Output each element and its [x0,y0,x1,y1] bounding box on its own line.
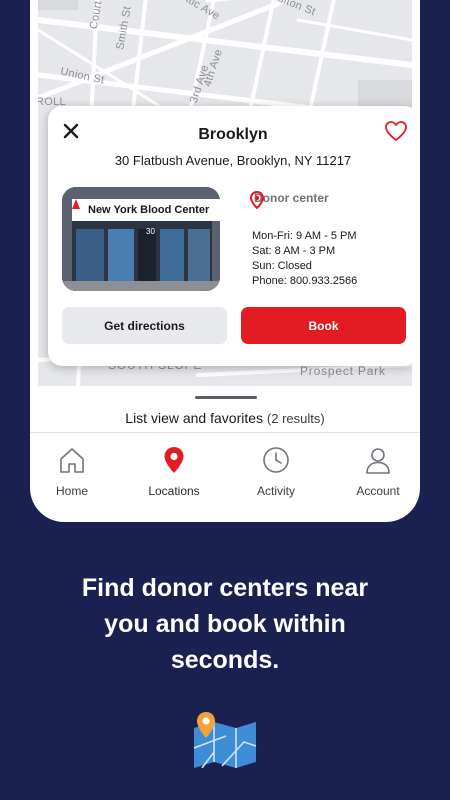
promo-line: seconds. [170,646,280,674]
book-button[interactable]: Book [241,307,406,344]
tab-account[interactable]: Account [330,446,420,500]
clock-icon [263,447,289,473]
map-pin-icon [193,712,257,768]
location-photo: New York Blood Center 30 [62,187,220,291]
location-card: Brooklyn 30 Flatbush Avenue, Brooklyn, N… [48,106,412,366]
area-label-prospect-park: Prospect Park [300,364,386,378]
phone-screen: Court St Smith St Atlantic Ave Fulton St… [30,0,420,522]
tab-home-label: Home [55,484,88,498]
location-pin-icon [250,191,264,209]
blood-drop-icon [72,199,80,209]
storefront-number: 30 [146,227,155,236]
location-type: Donor center [250,191,329,209]
hours-saturday: Sat: 8 AM - 3 PM [252,245,336,257]
tab-activity[interactable]: Activity [228,446,324,500]
promo-line: you and book within [104,610,346,638]
hours-sunday: Sun: Closed [252,260,312,272]
location-hours: Mon-Fri: 9 AM - 5 PM Sat: 8 AM - 3 PM Su… [252,229,357,289]
tab-locations[interactable]: Locations [126,446,222,500]
list-view-label: List view and favorites [125,410,264,426]
tab-activity-label: Activity [256,484,295,498]
tab-locations-label: Locations [148,484,200,498]
drag-handle[interactable] [195,396,257,399]
divider [30,432,420,433]
phone-number: Phone: 800.933.2566 [252,275,358,287]
promo-line: Find donor centers near [81,574,369,602]
storefront-sign: New York Blood Center [72,199,220,221]
location-address: 30 Flatbush Avenue, Brooklyn, NY 11217 [114,153,352,168]
list-view-toggle[interactable]: List view and favorites (2 results) [30,410,420,426]
location-title: Brooklyn [198,126,268,143]
promo-headline: Find donor centers near you and book wit… [30,570,420,678]
tab-home[interactable]: Home [30,446,120,500]
storefront-sign-text: New York Blood Center [88,204,210,216]
map-view[interactable]: Court St Smith St Atlantic Ave Fulton St… [38,0,412,386]
get-directions-button[interactable]: Get directions [62,307,227,344]
location-pin-icon [164,447,184,473]
hours-weekday: Mon-Fri: 9 AM - 5 PM [252,230,357,242]
heart-icon[interactable] [384,120,408,142]
tab-account-label: Account [356,484,400,498]
person-icon [366,448,390,474]
results-count: (2 results) [266,411,325,426]
location-type-label: Donor center [254,191,329,205]
home-icon [60,448,84,473]
